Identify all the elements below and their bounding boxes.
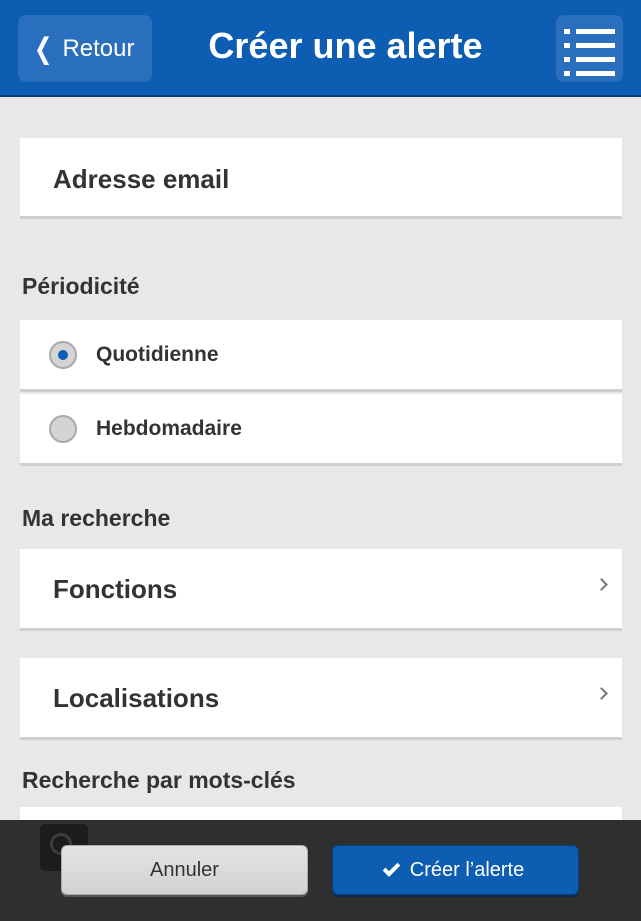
locations-item[interactable]: Localisations [20, 658, 622, 740]
cancel-button-label: Annuler [150, 858, 219, 881]
email-field-label: Adresse email [53, 164, 230, 194]
page-title: Créer une alerte [208, 25, 483, 66]
functions-item-label: Fonctions [53, 574, 178, 604]
back-button-label: Retour [62, 34, 135, 62]
chevron-right-icon [595, 687, 608, 700]
locations-item-label: Localisations [53, 683, 220, 713]
check-icon [382, 858, 401, 877]
keywords-label: Recherche par mots-clés [22, 767, 296, 793]
radio-option-weekly[interactable]: Hebdomadaire [20, 394, 622, 466]
radio-option-label: Hebdomadaire [96, 417, 242, 440]
cancel-button[interactable]: Annuler [61, 845, 308, 895]
create-alert-button-label: Créer l’alerte [409, 858, 525, 881]
radio-option-label: Quotidienne [96, 343, 219, 366]
radio-option-daily[interactable]: Quotidienne [20, 320, 622, 392]
my-search-label: Ma recherche [22, 505, 171, 531]
app-header: ❮ Retour Créer une alerte [0, 0, 641, 97]
chevron-left-icon: ❮ [34, 31, 53, 65]
menu-button[interactable] [556, 15, 623, 82]
chevron-right-icon [595, 578, 608, 591]
create-alert-button[interactable]: Créer l’alerte [332, 845, 579, 895]
radio-button-checked[interactable] [49, 341, 77, 369]
functions-item[interactable]: Fonctions [20, 549, 622, 631]
radio-button-unchecked[interactable] [49, 415, 77, 443]
periodicity-label: Périodicité [22, 273, 140, 299]
back-button[interactable]: ❮ Retour [18, 15, 152, 82]
email-field[interactable]: Adresse email [20, 138, 622, 219]
